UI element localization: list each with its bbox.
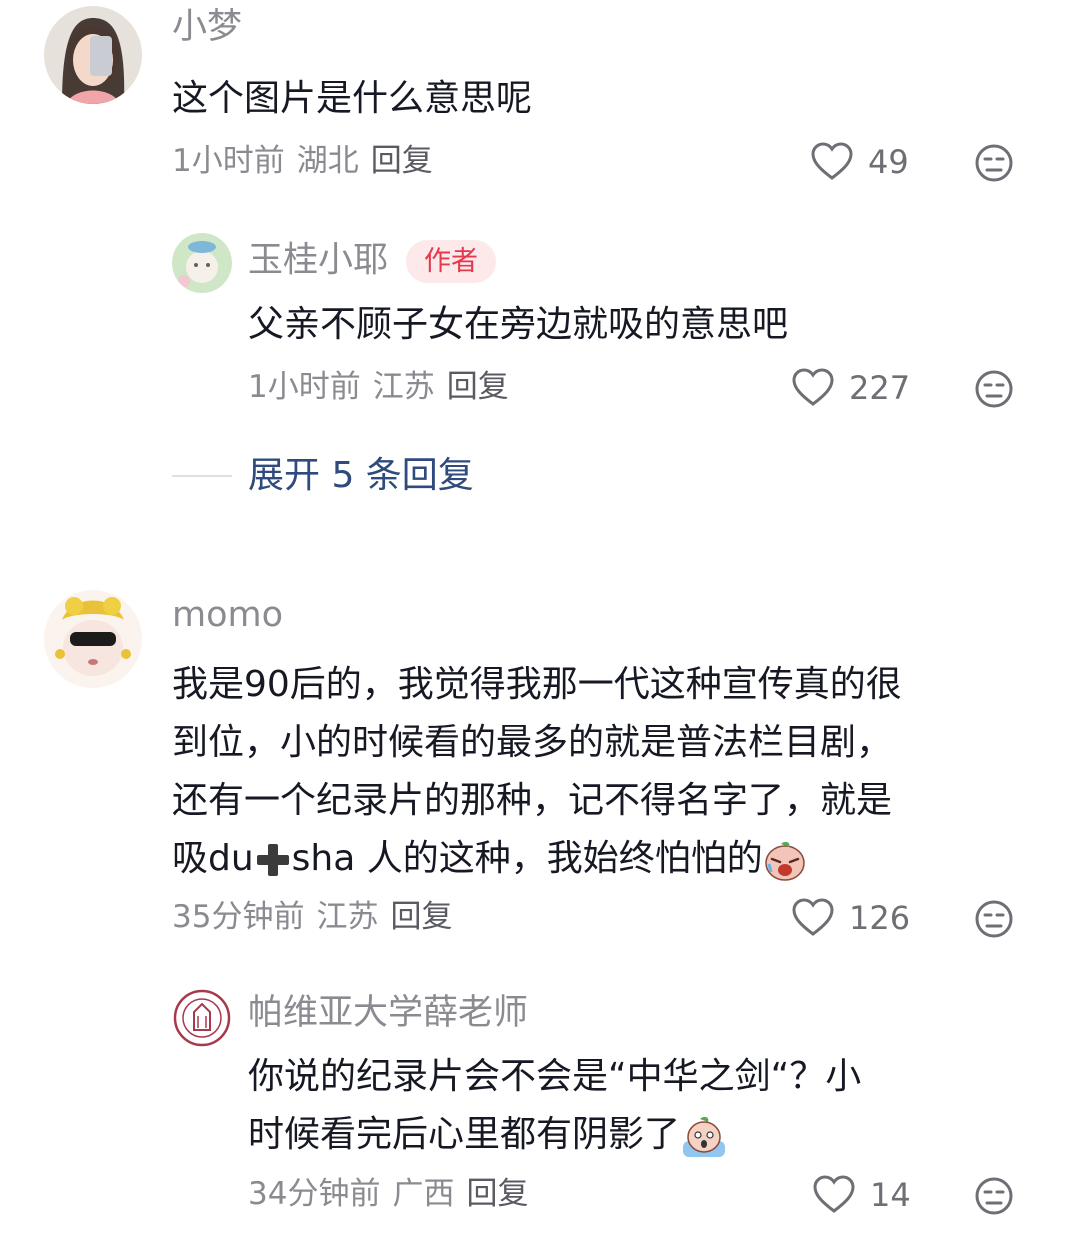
- comment-time: 1小时前: [172, 143, 285, 179]
- reply-time: 1小时前: [248, 369, 361, 405]
- plus-emoji-icon: [256, 844, 289, 876]
- like-button[interactable]: 227: [791, 368, 910, 408]
- selfie-avatar-icon: [44, 6, 142, 104]
- reply-button[interactable]: 回复: [466, 1176, 528, 1212]
- heart-icon: [792, 898, 834, 936]
- comment-text-line: 到位，小的时候看的最多的就是普法栏目剧，: [172, 722, 893, 763]
- user-name[interactable]: 玉桂小耶 作者: [248, 240, 497, 283]
- comment-text: 这个图片是什么意思呢: [172, 78, 533, 119]
- like-count: 126: [849, 899, 911, 937]
- user-avatar[interactable]: [172, 988, 232, 1048]
- dislike-face-icon[interactable]: [974, 1176, 1014, 1216]
- comment-text-segment: sha 人的这种，我始终怕怕的: [291, 838, 763, 879]
- heart-icon: [792, 368, 834, 406]
- user-name[interactable]: 帕维亚大学薛老师: [248, 996, 528, 1031]
- heart-icon: [811, 142, 853, 180]
- comment-text-segment: 吸du: [172, 838, 254, 879]
- expand-replies-button[interactable]: 展开 5 条回复: [172, 458, 474, 494]
- user-avatar[interactable]: [172, 233, 232, 293]
- comment-time: 35分钟前: [172, 899, 305, 935]
- reply-button[interactable]: 回复: [390, 899, 452, 935]
- scared-emoji-icon: [683, 1116, 726, 1157]
- like-count: 14: [870, 1176, 911, 1214]
- cartoon-sunglasses-avatar-icon: [44, 590, 142, 688]
- reply-button[interactable]: 回复: [371, 143, 433, 179]
- like-button[interactable]: 126: [791, 898, 910, 938]
- reply-text: 父亲不顾子女在旁边就吸的意思吧: [248, 304, 789, 345]
- user-name[interactable]: 小梦: [172, 10, 242, 45]
- author-badge: 作者: [406, 240, 497, 283]
- dislike-face-icon[interactable]: [974, 143, 1014, 183]
- user-name[interactable]: momo: [172, 598, 283, 633]
- divider: [172, 475, 232, 477]
- reply-location: 江苏: [372, 369, 435, 405]
- like-count: 227: [849, 369, 911, 407]
- comment-text-line: 还有一个纪录片的那种，记不得名字了，就是: [172, 780, 893, 821]
- dislike-face-icon[interactable]: [974, 369, 1014, 409]
- reply-text: 你说的纪录片会不会是“中华之剑“？小 时候看完后心里都有阴影了: [248, 1048, 1028, 1164]
- reply-time: 34分钟前: [248, 1176, 381, 1212]
- reply-text-line: 你说的纪录片会不会是“中华之剑“？小: [248, 1056, 862, 1097]
- user-avatar[interactable]: [44, 6, 142, 104]
- like-button[interactable]: 49: [810, 142, 909, 182]
- reply-location: 广西: [392, 1176, 455, 1212]
- comment-text-line: 我是90后的，我觉得我那一代这种宣传真的很: [172, 664, 902, 705]
- user-avatar[interactable]: [44, 590, 142, 688]
- comment-meta: 1小时前 湖北 回复: [172, 146, 445, 177]
- user-name-label: 玉桂小耶: [248, 240, 389, 281]
- expand-replies-label: 展开 5 条回复: [248, 455, 474, 496]
- comment-meta: 35分钟前 江苏 回复: [172, 902, 464, 933]
- reply-meta: 34分钟前 广西 回复: [248, 1179, 540, 1210]
- reply-button[interactable]: 回复: [447, 369, 509, 405]
- comment-location: 江苏: [316, 899, 379, 935]
- university-seal-avatar-icon: [172, 988, 232, 1048]
- comment-text: 我是90后的，我觉得我那一代这种宣传真的很 到位，小的时候看的最多的就是普法栏目…: [172, 656, 1032, 888]
- like-button[interactable]: 14: [812, 1175, 911, 1215]
- reply-meta: 1小时前 江苏 回复: [248, 372, 521, 403]
- comment-location: 湖北: [296, 143, 359, 179]
- dislike-face-icon[interactable]: [974, 899, 1014, 939]
- cartoon-avatar-icon: [172, 233, 232, 293]
- comment-text-line: 吸du sha 人的这种，我始终怕怕的: [172, 830, 1032, 888]
- like-count: 49: [868, 143, 909, 181]
- reply-text-line: 时候看完后心里都有阴影了: [248, 1106, 1028, 1164]
- reply-text-segment: 时候看完后心里都有阴影了: [248, 1114, 681, 1155]
- crying-emoji-icon: [765, 841, 805, 881]
- heart-icon: [813, 1175, 855, 1213]
